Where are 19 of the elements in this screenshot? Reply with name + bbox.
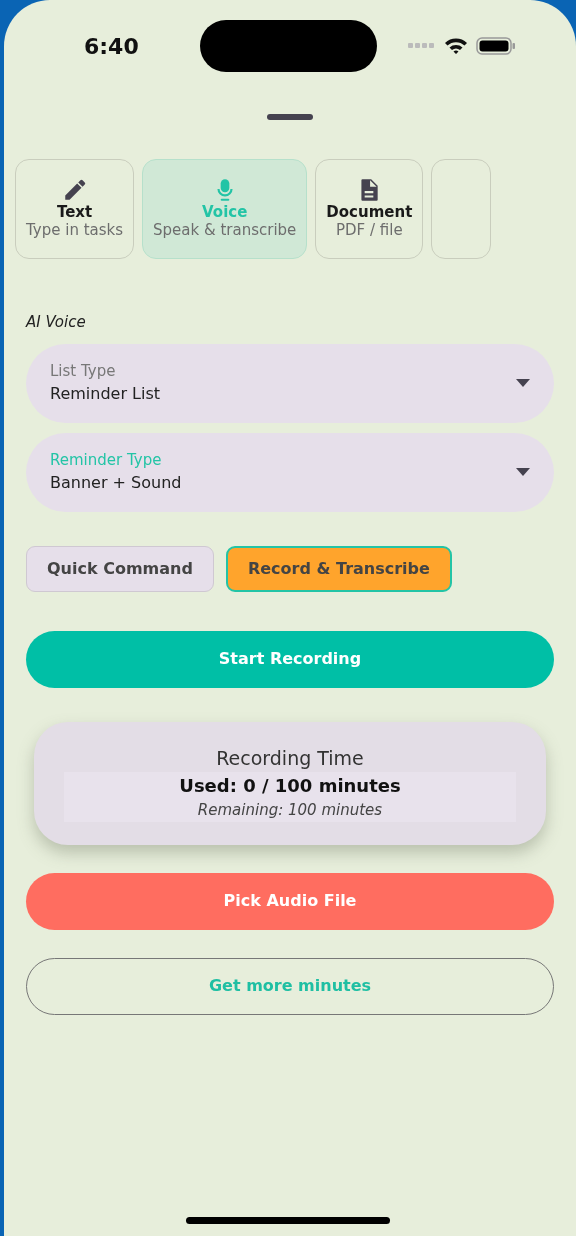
mode-toggle-button[interactable]: Record & Transcribe (225, 545, 452, 592)
card-title: Recording Time (216, 745, 364, 771)
drag-handle[interactable] (267, 114, 313, 120)
used-minutes: Used: 0 / 100 minutes (179, 774, 401, 798)
caret-icon (516, 468, 530, 476)
mode-tab[interactable]: Voice Speak & transcribe (142, 159, 308, 259)
battery-icon (476, 37, 516, 55)
caret-icon (516, 379, 530, 387)
signal-icon (408, 43, 436, 49)
dropdown-field[interactable]: List Type Reminder List (26, 343, 554, 423)
mode-tab[interactable] (431, 159, 492, 259)
mode-toggle-button[interactable]: Quick Command (26, 545, 214, 592)
remaining-minutes: Remaining: 100 minutes (197, 800, 383, 821)
dropdown-field[interactable]: Reminder Type Banner + Sound (26, 432, 554, 512)
section-label: AI Voice (26, 312, 87, 333)
mode-tab[interactable]: Text Type in tasks (15, 159, 135, 259)
wifi-icon (444, 37, 468, 55)
status-time: 6:40 (84, 32, 139, 61)
mode-tab[interactable]: Document PDF / file (315, 159, 424, 259)
